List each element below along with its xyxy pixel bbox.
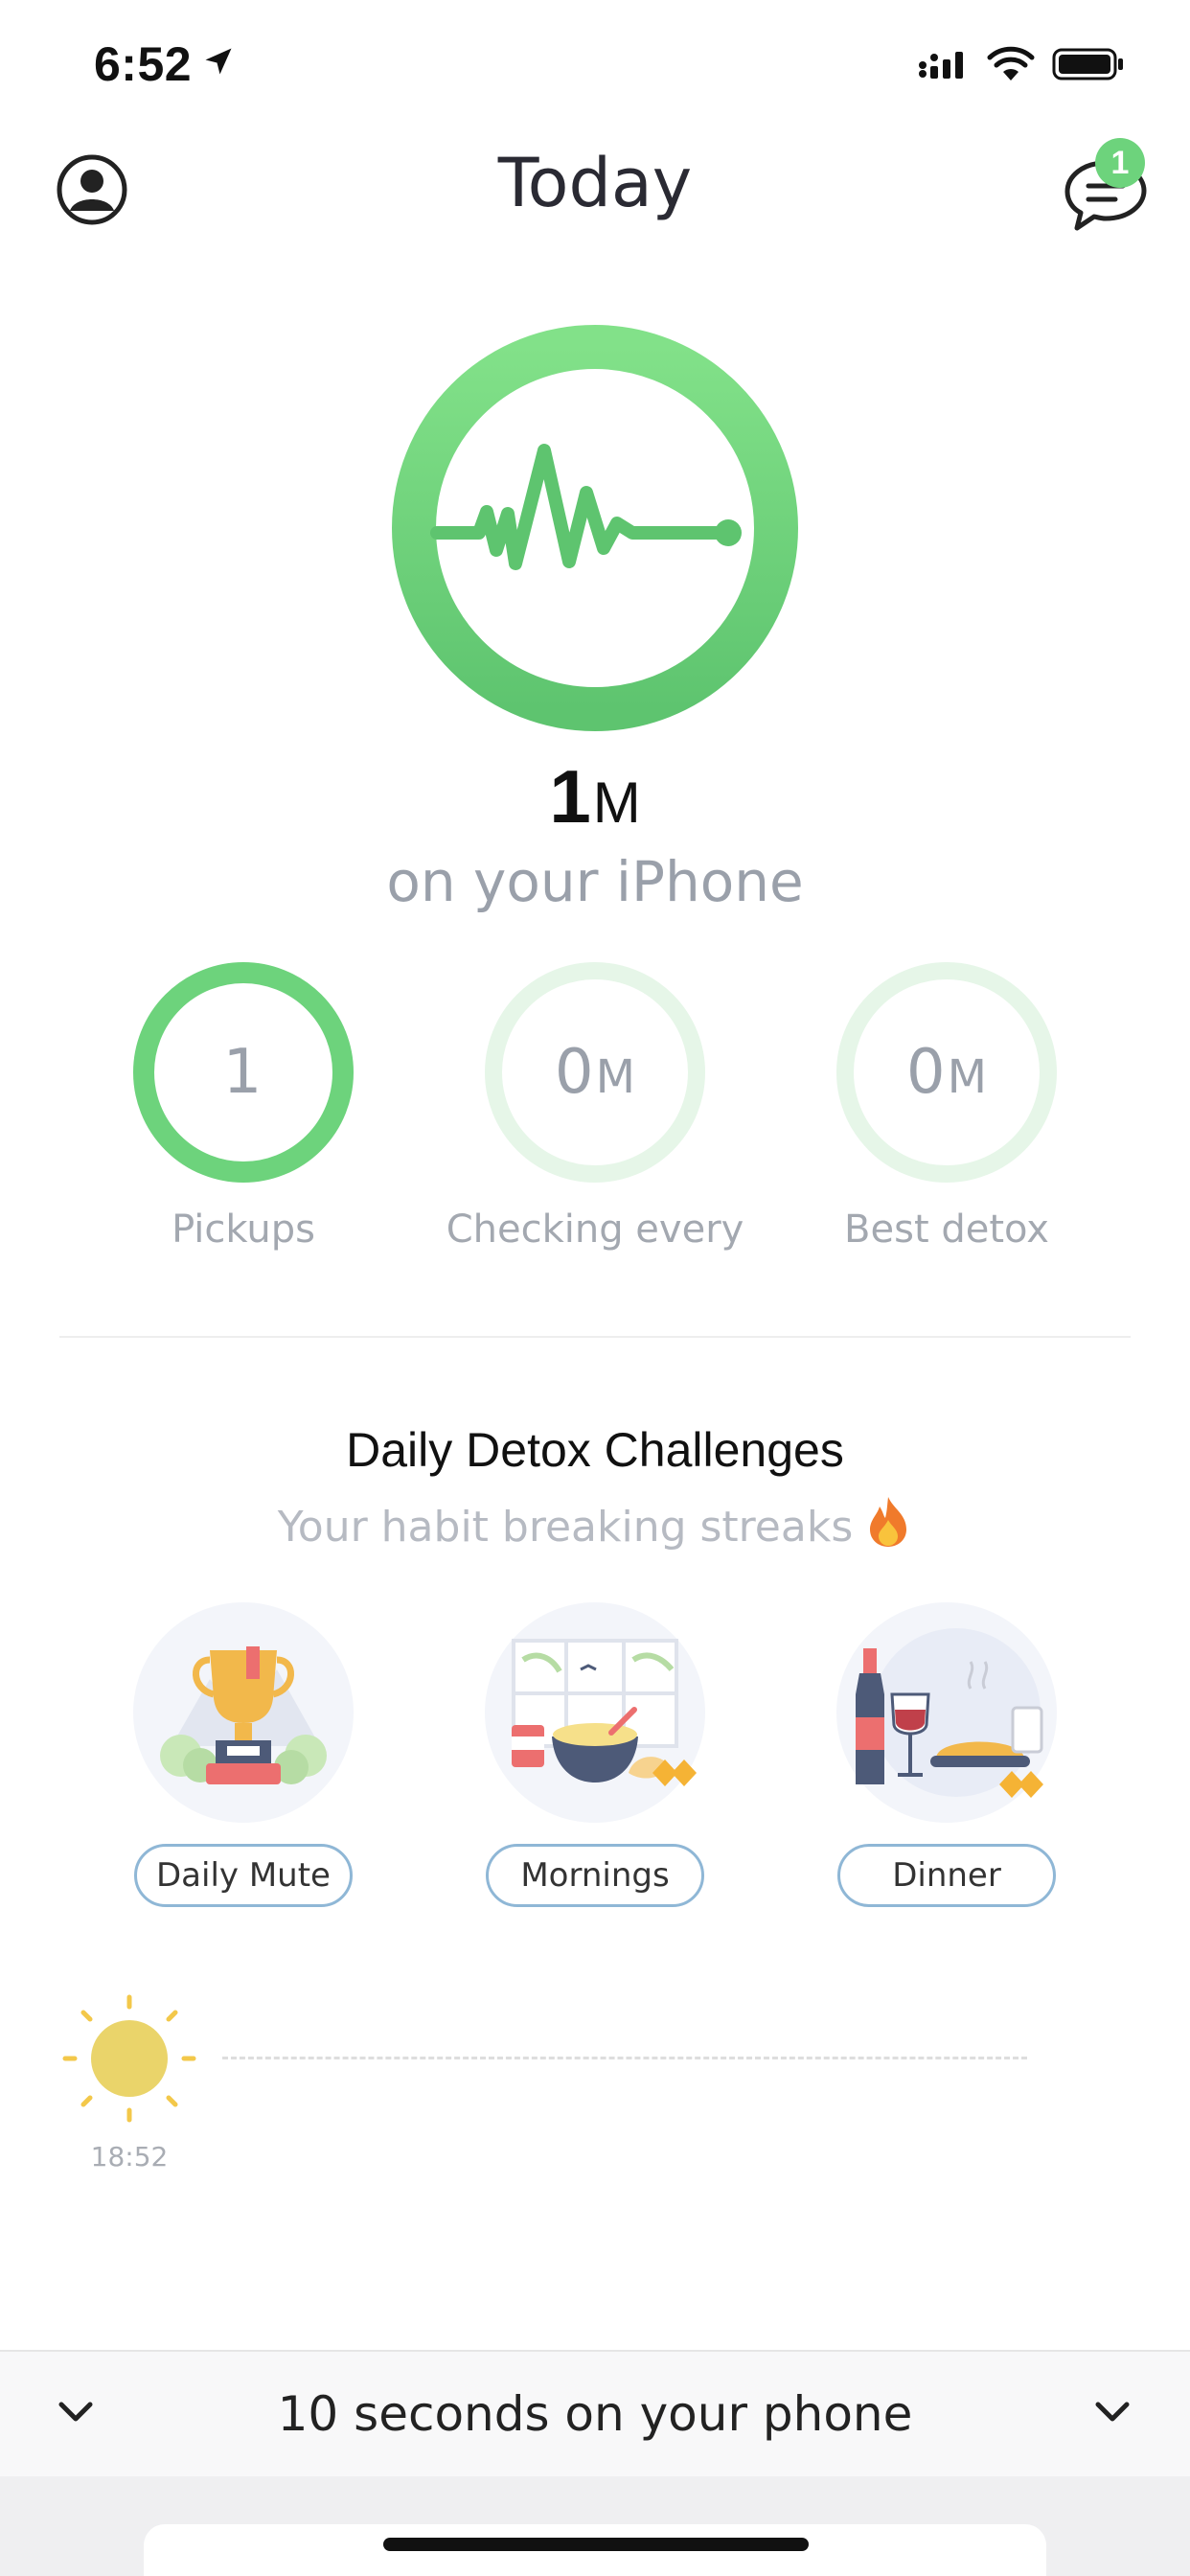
stat-value: 0M xyxy=(854,1037,1040,1108)
stat-value: 0M xyxy=(502,1037,688,1108)
stat-pickups[interactable]: 1 Pickups xyxy=(71,962,416,1252)
cellular-signal-icon xyxy=(919,52,963,79)
activity-ring-icon[interactable] xyxy=(391,324,799,732)
total-screen-time: 1M xyxy=(0,753,1190,840)
sunset-time: 18:52 xyxy=(90,2141,169,2173)
status-time: 6:52 xyxy=(94,37,193,91)
challenges-subtitle: Your habit breaking streaks xyxy=(0,1495,1190,1552)
challenges-subtitle-text: Your habit breaking streaks xyxy=(277,1503,854,1552)
challenge-dinner[interactable]: Dinner xyxy=(803,1602,1090,1907)
mornings-button[interactable]: Mornings xyxy=(486,1844,704,1907)
chevron-down-icon[interactable] xyxy=(1088,2388,1136,2436)
stat-number: 0 xyxy=(905,1037,946,1108)
dinner-icon xyxy=(836,1602,1057,1823)
home-indicator[interactable] xyxy=(383,2538,809,2551)
stat-number: 1 xyxy=(222,1037,263,1108)
sun-icon xyxy=(62,1994,196,2123)
messages-badge: 1 xyxy=(1095,138,1145,188)
challenge-daily-mute[interactable]: Daily Mute xyxy=(100,1602,387,1907)
bottom-summary-text: 10 seconds on your phone xyxy=(277,2386,913,2442)
challenge-mornings[interactable]: Mornings xyxy=(451,1602,739,1907)
stat-label: Pickups xyxy=(172,1208,315,1252)
daily-mute-button[interactable]: Daily Mute xyxy=(134,1844,353,1907)
checking-every-ring: 0M xyxy=(485,962,705,1183)
best-detox-ring: 0M xyxy=(836,962,1057,1183)
location-arrow-icon xyxy=(205,48,232,75)
page-title: Today xyxy=(497,144,693,222)
stat-value: 1 xyxy=(154,1037,332,1108)
stat-number: 0 xyxy=(554,1037,594,1108)
trophy-icon xyxy=(133,1602,354,1823)
breakfast-icon xyxy=(485,1602,705,1823)
total-time-value: 1 xyxy=(549,754,591,839)
stat-label: Best detox xyxy=(844,1208,1049,1252)
stat-checking-every[interactable]: 0M Checking every xyxy=(423,962,767,1252)
challenges-title: Daily Detox Challenges xyxy=(346,1423,844,1477)
section-divider xyxy=(59,1336,1131,1338)
stat-best-detox[interactable]: 0M Best detox xyxy=(774,962,1119,1252)
stat-unit: M xyxy=(595,1050,636,1104)
fire-icon xyxy=(870,1497,907,1547)
dinner-button[interactable]: Dinner xyxy=(837,1844,1056,1907)
timeline-line xyxy=(222,2057,1027,2059)
pickups-ring: 1 xyxy=(133,962,354,1183)
battery-icon xyxy=(1052,48,1123,80)
wifi-icon xyxy=(987,46,1035,80)
stat-label: Checking every xyxy=(446,1208,744,1252)
total-time-unit: M xyxy=(592,770,641,835)
device-subtitle: on your iPhone xyxy=(386,849,804,914)
stat-unit: M xyxy=(947,1050,988,1104)
